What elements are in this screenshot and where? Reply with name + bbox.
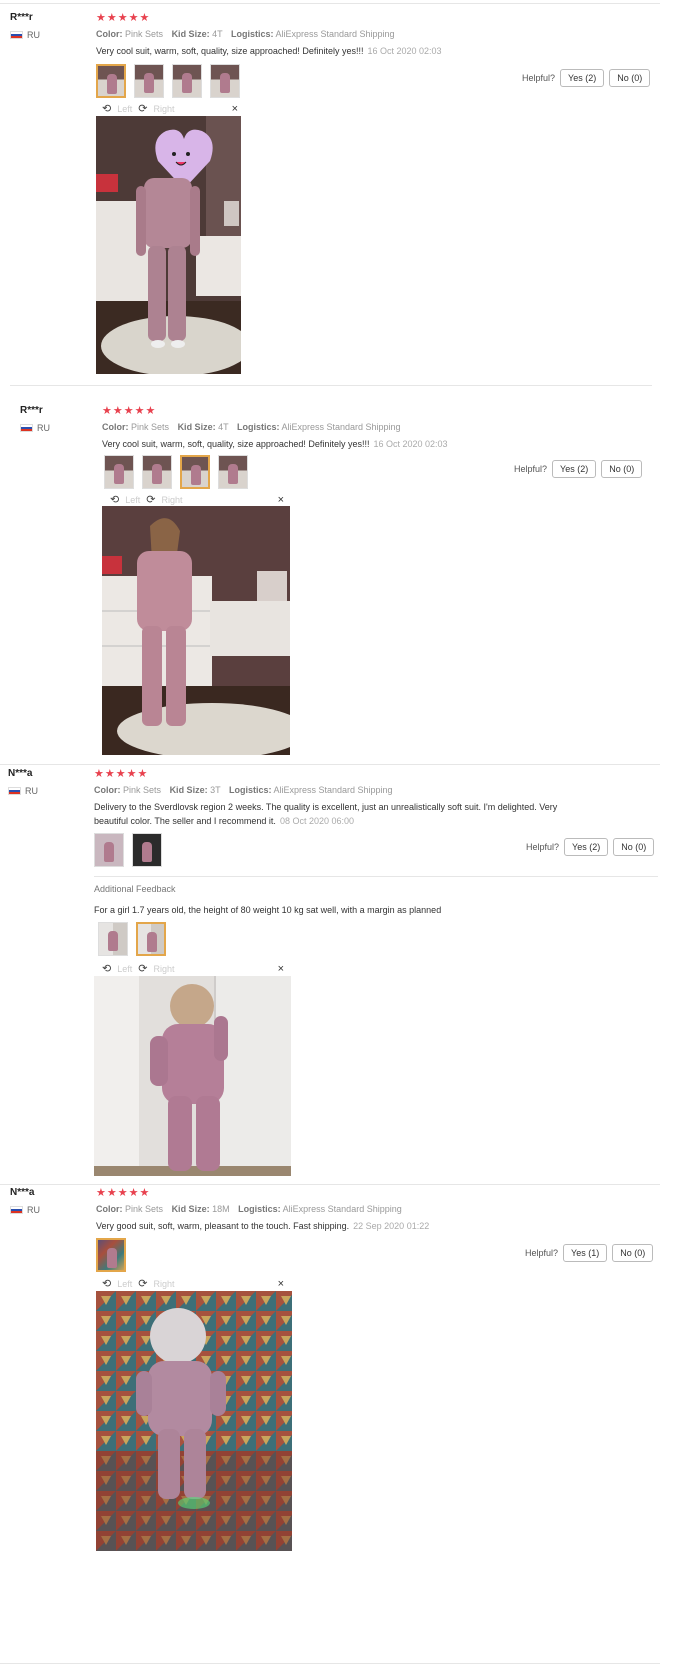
close-icon[interactable]: ×	[232, 103, 238, 115]
rotate-left-icon[interactable]: ⟲	[102, 102, 111, 115]
review-text: Delivery to the Sverdlovsk region 2 week…	[94, 802, 558, 826]
review-divider	[0, 764, 660, 765]
close-icon[interactable]: ×	[278, 1278, 284, 1290]
russia-flag-icon	[20, 424, 33, 432]
section-divider	[94, 876, 658, 877]
helpful-no-button[interactable]: No (0)	[612, 1244, 654, 1262]
helpful-vote: Helpful? Yes (2) No (0)	[522, 69, 651, 87]
close-icon[interactable]: ×	[278, 963, 284, 975]
rotate-right-icon[interactable]: ⟳	[138, 102, 147, 115]
reviewer-name: N***a	[8, 768, 33, 779]
rotate-left-label[interactable]: Left	[117, 1279, 132, 1289]
review-attributes: Color: Pink Sets Kid Size: 4T Logistics:…	[102, 422, 401, 432]
photo-thumbnail[interactable]	[142, 455, 172, 489]
review-text: Very cool suit, warm, soft, quality, siz…	[102, 439, 448, 449]
review-date: 22 Sep 2020 01:22	[353, 1221, 430, 1231]
reviewer-name: R***r	[10, 12, 33, 23]
photo-thumbnail[interactable]	[98, 922, 128, 956]
helpful-vote: Helpful? Yes (2) No (0)	[526, 838, 655, 856]
rotate-right-icon[interactable]: ⟳	[138, 1277, 147, 1290]
review-photo	[96, 116, 241, 374]
photo-thumbnail[interactable]	[94, 833, 124, 867]
reviewer-country: RU	[10, 30, 40, 40]
rotate-right-label[interactable]: Right	[161, 495, 182, 505]
rotate-left-label[interactable]: Left	[117, 964, 132, 974]
helpful-no-button[interactable]: No (0)	[609, 69, 651, 87]
helpful-no-button[interactable]: No (0)	[613, 838, 655, 856]
review-photo	[94, 976, 291, 1176]
rotate-left-label[interactable]: Left	[117, 104, 132, 114]
review-date: 08 Oct 2020 06:00	[279, 816, 354, 826]
top-divider	[0, 3, 660, 4]
review-date: 16 Oct 2020 02:03	[373, 439, 448, 449]
review-photo	[96, 1291, 292, 1551]
additional-feedback-text: For a girl 1.7 years old, the height of …	[94, 905, 442, 915]
photo-thumbnail[interactable]	[134, 64, 164, 98]
star-rating: ★★★★★	[96, 1187, 151, 1199]
star-rating: ★★★★★	[102, 405, 157, 417]
review-text: Very good suit, soft, warm, pleasant to …	[96, 1221, 430, 1231]
photo-thumbnail[interactable]	[132, 833, 162, 867]
review-attributes: Color: Pink Sets Kid Size: 3T Logistics:…	[94, 785, 393, 795]
rotate-right-label[interactable]: Right	[153, 104, 174, 114]
photo-thumbnail[interactable]	[180, 455, 210, 489]
review-divider	[0, 1184, 660, 1185]
helpful-vote: Helpful? Yes (2) No (0)	[514, 460, 643, 478]
rotate-left-icon[interactable]: ⟲	[102, 962, 111, 975]
helpful-yes-button[interactable]: Yes (2)	[552, 460, 597, 478]
additional-feedback-title: Additional Feedback	[94, 884, 176, 894]
photo-thumbnail[interactable]	[218, 455, 248, 489]
russia-flag-icon	[10, 31, 23, 39]
photo-thumbnail[interactable]	[96, 1238, 126, 1272]
reviewer-name: N***a	[10, 1187, 35, 1198]
helpful-vote: Helpful? Yes (1) No (0)	[525, 1244, 654, 1262]
russia-flag-icon	[10, 1206, 23, 1214]
helpful-no-button[interactable]: No (0)	[601, 460, 643, 478]
photo-thumbnail[interactable]	[96, 64, 126, 98]
review-attributes: Color: Pink Sets Kid Size: 18M Logistics…	[96, 1204, 402, 1214]
rotate-left-icon[interactable]: ⟲	[102, 1277, 111, 1290]
reviewer-name: R***r	[20, 405, 43, 416]
photo-thumbnail[interactable]	[172, 64, 202, 98]
reviewer-country: RU	[20, 423, 50, 433]
photo-thumbnails	[96, 1238, 126, 1272]
reviewer-country: RU	[10, 1205, 40, 1215]
photo-thumbnails	[104, 455, 248, 489]
review-divider	[10, 385, 652, 386]
helpful-yes-button[interactable]: Yes (2)	[564, 838, 609, 856]
helpful-yes-button[interactable]: Yes (2)	[560, 69, 605, 87]
review-text: Very cool suit, warm, soft, quality, siz…	[96, 46, 442, 56]
rotate-right-label[interactable]: Right	[153, 1279, 174, 1289]
russia-flag-icon	[8, 787, 21, 795]
photo-viewer-toolbar: ⟲ Left ⟳ Right ×	[110, 493, 284, 507]
helpful-yes-button[interactable]: Yes (1)	[563, 1244, 608, 1262]
photo-viewer-toolbar: ⟲ Left ⟳ Right ×	[102, 102, 238, 116]
bottom-divider	[0, 1663, 660, 1664]
review-date: 16 Oct 2020 02:03	[367, 46, 442, 56]
photo-viewer-toolbar: ⟲ Left ⟳ Right ×	[102, 962, 284, 976]
star-rating: ★★★★★	[94, 768, 149, 780]
photo-thumbnails	[96, 64, 240, 98]
photo-thumbnails	[94, 833, 162, 867]
rotate-right-icon[interactable]: ⟳	[146, 493, 155, 506]
review-attributes: Color: Pink Sets Kid Size: 4T Logistics:…	[96, 29, 395, 39]
photo-thumbnail[interactable]	[210, 64, 240, 98]
rotate-right-icon[interactable]: ⟳	[138, 962, 147, 975]
review-photo	[102, 506, 290, 755]
rotate-left-icon[interactable]: ⟲	[110, 493, 119, 506]
photo-viewer-toolbar: ⟲ Left ⟳ Right ×	[102, 1277, 284, 1291]
photo-thumbnail[interactable]	[104, 455, 134, 489]
close-icon[interactable]: ×	[278, 494, 284, 506]
reviewer-country: RU	[8, 786, 38, 796]
photo-thumbnail[interactable]	[136, 922, 166, 956]
rotate-right-label[interactable]: Right	[153, 964, 174, 974]
rotate-left-label[interactable]: Left	[125, 495, 140, 505]
photo-thumbnails	[98, 922, 166, 956]
star-rating: ★★★★★	[96, 12, 151, 24]
